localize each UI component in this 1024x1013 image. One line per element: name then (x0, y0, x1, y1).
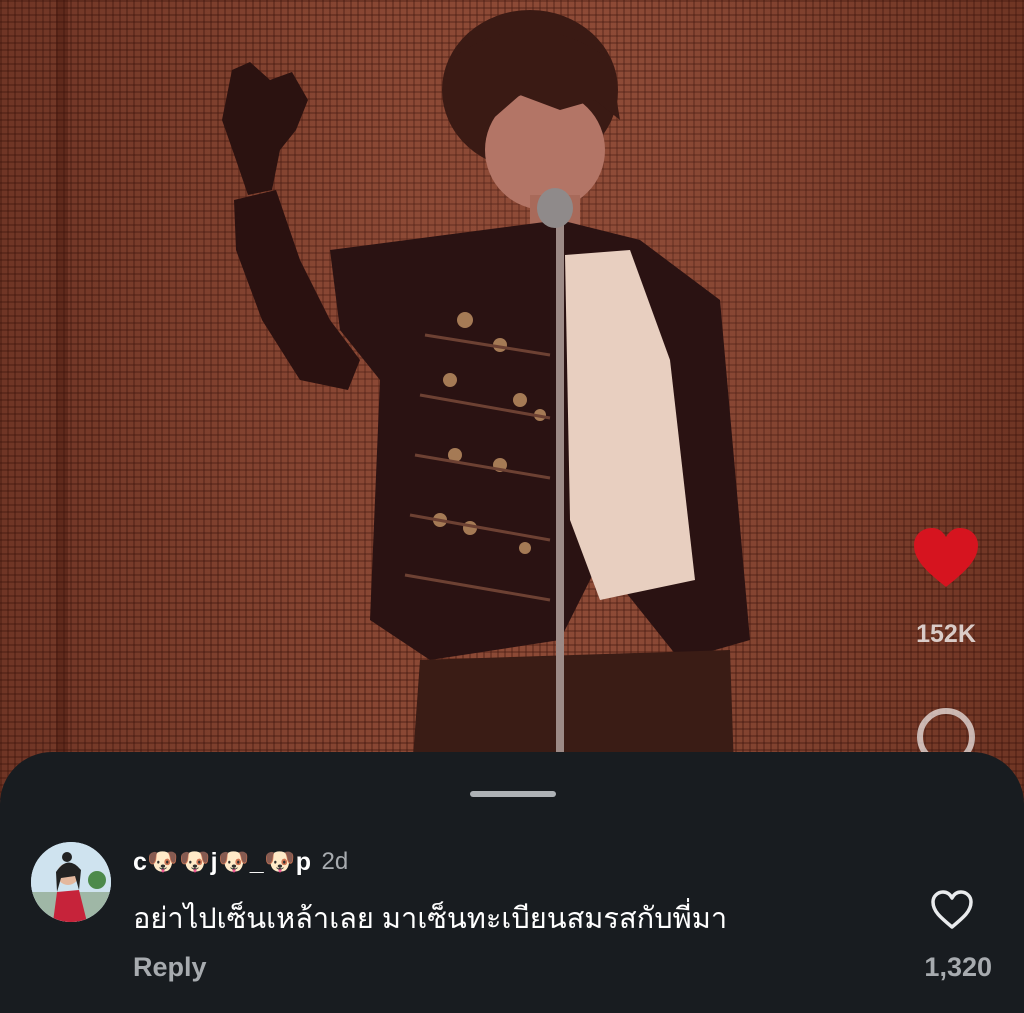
comment-text: อย่าไปเซ็นเหล้าเลย มาเซ็นทะเบียนสมรสกับพ… (133, 903, 728, 935)
comment-username[interactable]: c🐶🐶j🐶_🐶p (133, 848, 312, 877)
comment-timestamp: 2d (321, 848, 349, 875)
comments-sheet: c🐶🐶j🐶_🐶p 2d อย่าไปเซ็นเหล้าเลย มาเซ็นทะเ… (0, 752, 1024, 1013)
heart-filled-icon[interactable] (912, 527, 980, 589)
comment-header: c🐶🐶j🐶_🐶p 2d (133, 845, 348, 879)
performer-image (56, 0, 750, 800)
heart-outline-icon[interactable] (930, 890, 974, 930)
sheet-drag-handle[interactable] (470, 791, 556, 797)
like-count: 152K (916, 620, 976, 648)
reply-button[interactable]: Reply (133, 952, 207, 983)
screen: 152K c🐶🐶j🐶_🐶p 2d อย่าไปเซ็นเหล้าเลย มาเซ… (0, 0, 1024, 1013)
video-player[interactable] (0, 0, 1024, 800)
user-avatar[interactable] (31, 842, 111, 922)
comment-like-count: 1,320 (924, 952, 992, 982)
